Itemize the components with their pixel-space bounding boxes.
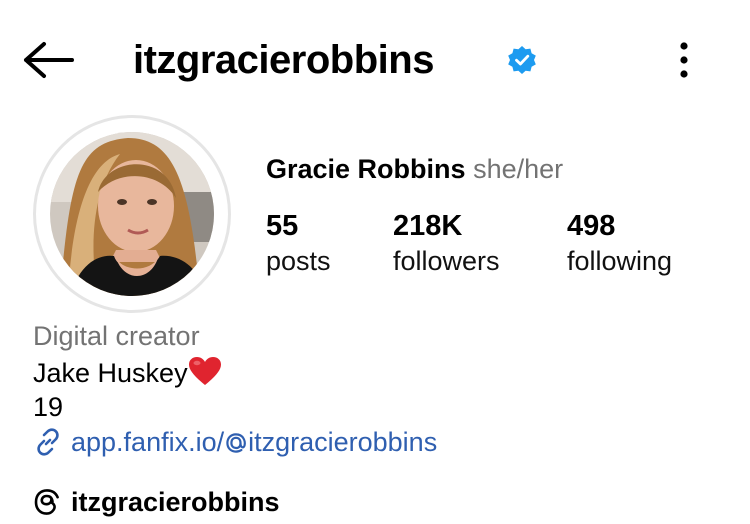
following-count-label: following [567,246,673,276]
more-options-button[interactable] [664,38,704,82]
bio-line: Jake Huskey [33,356,222,390]
bio-link-handle: itzgracierobbins [248,427,438,457]
followers-count[interactable]: 218K followers [393,208,500,278]
posts-count[interactable]: 55 posts [266,208,331,278]
followers-count-value: 218K [393,210,463,242]
verified-badge-icon [507,45,537,75]
back-button[interactable] [22,38,78,82]
bio-age: 19 [33,392,64,422]
vertical-dots-icon [680,42,688,78]
profile-username: itzgracierobbins [133,38,434,82]
profile-category: Digital creator [33,321,200,351]
threads-handle: itzgracierobbins [71,487,280,517]
full-name: Gracie Robbins [266,154,466,184]
bio-link-prefix: app.fanfix.io/ [71,427,225,457]
avatar[interactable] [50,132,214,296]
bio-link[interactable]: app.fanfix.io/itzgracierobbins [33,425,437,459]
bio-text: Jake Huskey [33,358,188,388]
following-count[interactable]: 498 following [567,208,672,278]
posts-count-label: posts [266,246,331,276]
arrow-left-icon [24,42,74,78]
heart-emoji-icon [188,356,222,386]
threads-at-glyph-icon [225,428,247,453]
full-name-row: Gracie Robbins she/her [266,152,563,186]
threads-badge-link[interactable]: itzgracierobbins [33,485,280,519]
following-count-value: 498 [567,210,616,242]
followers-count-label: followers [393,246,500,276]
pronouns: she/her [473,154,564,184]
posts-count-value: 55 [266,210,299,242]
link-icon [33,427,63,457]
threads-icon [33,488,61,516]
